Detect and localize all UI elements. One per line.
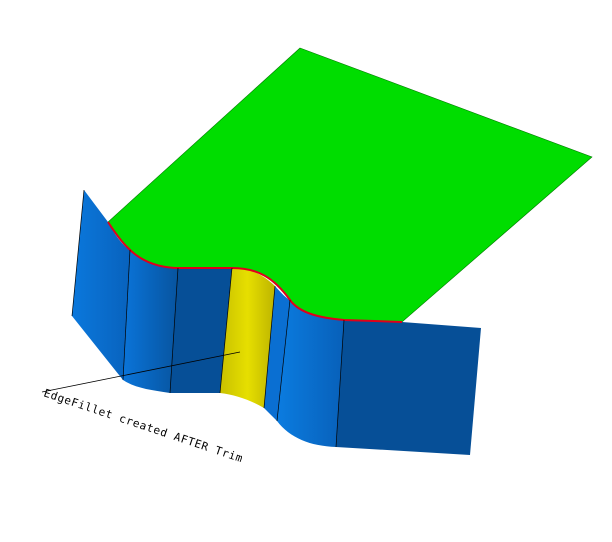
3d-viewport[interactable]: EdgeFillet created AFTER Trim [0, 0, 612, 542]
right-wall-face[interactable] [336, 320, 481, 455]
curved-wall-face-1[interactable] [123, 250, 178, 393]
cad-scene: EdgeFillet created AFTER Trim [41, 47, 593, 466]
annotation-label: EdgeFillet created AFTER Trim [42, 387, 245, 466]
